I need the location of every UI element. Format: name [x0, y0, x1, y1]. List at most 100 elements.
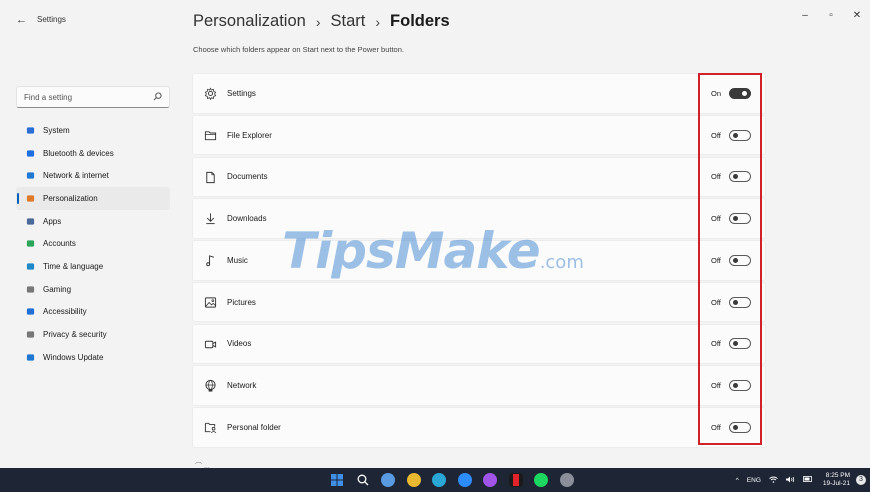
- toggle-group: Off: [711, 213, 751, 224]
- toggle-switch-videos[interactable]: [729, 338, 751, 350]
- picture-icon: [204, 296, 217, 309]
- person-icon: [25, 239, 35, 249]
- sidebar-item-label: Apps: [43, 216, 62, 226]
- folder-row-documents: Documents Off: [192, 156, 766, 197]
- app-title: Settings: [37, 15, 66, 24]
- breadcrumb-separator: ›: [375, 13, 381, 30]
- clock[interactable]: 8:25 PM 19-Jul-21: [823, 472, 850, 488]
- volume-tray-icon[interactable]: [785, 476, 795, 485]
- toggle-switch-documents[interactable]: [729, 171, 751, 183]
- folder-row-settings: Settings On: [192, 73, 766, 114]
- task-view-icon[interactable]: [381, 473, 395, 487]
- toggle-state-label: Off: [711, 172, 721, 182]
- search-icon[interactable]: [153, 92, 162, 101]
- search-input[interactable]: [17, 87, 137, 108]
- battery-tray-icon[interactable]: [802, 476, 813, 484]
- toggle-state-label: Off: [711, 381, 721, 390]
- controller-icon: [25, 284, 35, 294]
- sidebar-item-privacy-security[interactable]: Privacy & security: [16, 323, 170, 346]
- toggle-switch-personal-folder[interactable]: [729, 421, 751, 433]
- settings-app-icon[interactable]: [559, 473, 574, 487]
- spotify-icon[interactable]: [534, 473, 548, 487]
- folder-label: Music: [227, 255, 248, 265]
- tray-chevron-icon[interactable]: ^: [736, 477, 739, 484]
- toggle-switch-file-explorer[interactable]: [729, 129, 751, 141]
- settings-window: ← Settings – ▫ ✕ System Bluetooth & devic…: [0, 0, 870, 470]
- download-icon: [204, 212, 217, 225]
- sidebar-item-label: Gaming: [43, 284, 72, 294]
- close-button[interactable]: ✕: [844, 8, 870, 24]
- sidebar-item-network-internet[interactable]: Network & internet: [16, 164, 170, 187]
- folder-row-downloads: Downloads Off: [192, 198, 766, 239]
- back-button[interactable]: ←: [16, 14, 28, 26]
- sidebar-item-label: Accessibility: [43, 307, 87, 317]
- monitor-icon: [25, 125, 35, 135]
- window-controls: – ▫ ✕: [792, 8, 870, 24]
- sidebar-item-accessibility[interactable]: Accessibility: [16, 301, 170, 324]
- start-icon[interactable]: [330, 473, 344, 487]
- sidebar-item-time-language[interactable]: Time & language: [16, 255, 170, 278]
- breadcrumb: Personalization › Start › Folders: [193, 12, 450, 31]
- search-icon[interactable]: [355, 473, 370, 487]
- folder-label: Personal folder: [227, 422, 281, 432]
- toggle-group: Off: [711, 421, 751, 433]
- search-box[interactable]: [16, 86, 170, 108]
- music-note-icon: [204, 254, 217, 267]
- sidebar-item-label: Personalization: [43, 193, 98, 203]
- toggle-state-label: Off: [711, 339, 721, 349]
- toggle-switch-downloads[interactable]: [729, 213, 751, 224]
- clock-date: 19-Jul-21: [822, 480, 850, 487]
- sidebar-item-accounts[interactable]: Accounts: [16, 232, 170, 255]
- folder-icon: [204, 129, 217, 142]
- sidebar-item-apps[interactable]: Apps: [16, 210, 170, 233]
- accessibility-icon: [25, 307, 35, 317]
- folder-label: Settings: [227, 88, 256, 98]
- messenger-icon[interactable]: [483, 473, 497, 487]
- system-tray: ^ ENG 8:25 PM 19-Jul-21 3: [728, 472, 866, 488]
- breadcrumb-separator: ›: [315, 13, 321, 30]
- language-indicator[interactable]: ENG: [747, 477, 761, 484]
- sidebar-item-bluetooth-devices[interactable]: Bluetooth & devices: [16, 142, 170, 165]
- toggle-group: Off: [711, 296, 751, 308]
- toggle-group: Off: [711, 254, 751, 266]
- shield-icon: [25, 330, 35, 340]
- sidebar-item-label: Network & internet: [43, 171, 109, 181]
- taskbar: ^ ENG 8:25 PM 19-Jul-21 3: [0, 468, 870, 492]
- bluetooth-icon: [25, 148, 35, 158]
- toggle-group: Off: [711, 129, 751, 141]
- sidebar-item-gaming[interactable]: Gaming: [16, 278, 170, 301]
- toggle-switch-music[interactable]: [729, 254, 751, 266]
- breadcrumb-personalization[interactable]: Personalization: [193, 12, 306, 31]
- wifi-tray-icon[interactable]: [769, 476, 778, 485]
- toggle-switch-network[interactable]: [729, 380, 751, 391]
- toggle-group: On: [711, 87, 751, 99]
- gear-icon: [204, 87, 217, 101]
- zoom-icon[interactable]: [457, 473, 472, 487]
- sidebar-item-system[interactable]: System: [16, 119, 170, 142]
- folder-row-personal-folder: Personal folder Off: [192, 407, 766, 448]
- folder-row-network: Network Off: [192, 365, 766, 406]
- toggle-state-label: Off: [711, 130, 721, 140]
- sidebar-item-label: System: [43, 125, 70, 135]
- maximize-button[interactable]: ▫: [818, 8, 844, 24]
- sidebar-item-label: Privacy & security: [43, 330, 107, 340]
- toggle-group: Off: [711, 171, 751, 183]
- app-red-icon[interactable]: [508, 473, 523, 487]
- globe-clock-icon: [25, 261, 35, 271]
- toggle-state-label: Off: [711, 297, 721, 307]
- sidebar-item-personalization[interactable]: Personalization: [16, 187, 170, 210]
- folder-row-pictures: Pictures Off: [192, 281, 766, 323]
- brush-icon: [25, 193, 35, 203]
- breadcrumb-start[interactable]: Start: [331, 12, 366, 31]
- toggle-switch-pictures[interactable]: [729, 296, 751, 308]
- document-icon: [204, 171, 217, 184]
- notification-icon[interactable]: 3: [856, 475, 866, 485]
- sidebar-item-label: Accounts: [43, 239, 76, 249]
- folder-row-music: Music Off: [192, 240, 766, 281]
- chrome-icon[interactable]: [406, 473, 421, 487]
- edge-icon[interactable]: [432, 473, 446, 487]
- sidebar-item-windows-update[interactable]: Windows Update: [16, 346, 170, 369]
- toggle-switch-settings[interactable]: [729, 87, 751, 99]
- personal-folder-icon: [204, 421, 217, 434]
- minimize-button[interactable]: –: [792, 8, 818, 24]
